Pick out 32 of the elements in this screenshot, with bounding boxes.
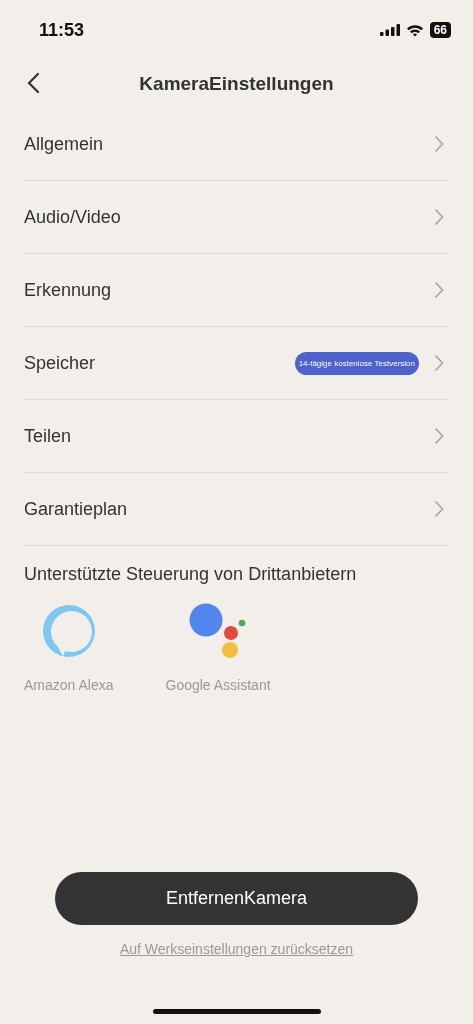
remove-camera-button[interactable]: EntfernenKamera [55, 872, 418, 925]
chevron-icon [434, 281, 444, 299]
chevron-icon [434, 427, 444, 445]
section-title: Unterstützte Steuerung von Drittanbietern [24, 564, 358, 585]
chevron-icon [434, 500, 444, 518]
row-label: Audio/Video [24, 206, 121, 228]
settings-row[interactable]: Teilen [24, 400, 449, 473]
trial-badge: 14-tägige kostenlose Testversion [294, 351, 419, 375]
ring-icon [40, 603, 97, 659]
row-label: Erkennung [24, 279, 112, 301]
page-title: KameraEinstellungen [139, 73, 334, 95]
settings-row[interactable]: Audio/Video [24, 181, 449, 254]
back-icon [26, 72, 40, 94]
row-label: Teilen [24, 425, 72, 447]
row-label: Garantieplan [24, 498, 128, 520]
battery-indicator: 66 [429, 22, 451, 38]
row-label: Speicher [24, 352, 96, 374]
dots-icon [189, 603, 248, 659]
chevron-icon [434, 354, 444, 372]
settings-row[interactable]: Erkennung [24, 254, 449, 327]
chevron-icon [434, 208, 444, 226]
status-time: 11:53 [39, 19, 85, 41]
signal-icon [379, 24, 400, 36]
chevron-icon [434, 135, 444, 153]
integration-label: Amazon Alexa [24, 677, 114, 693]
settings-row[interactable]: Speicher 14-tägige kostenlose Testversion [24, 327, 449, 400]
settings-row[interactable]: Allgemein [24, 108, 449, 181]
wifi-icon [405, 23, 424, 37]
settings-row[interactable]: Garantieplan [24, 473, 449, 546]
back-button[interactable] [26, 72, 40, 94]
row-label: Allgemein [24, 133, 104, 155]
integration-label: Google Assistant [165, 677, 271, 693]
